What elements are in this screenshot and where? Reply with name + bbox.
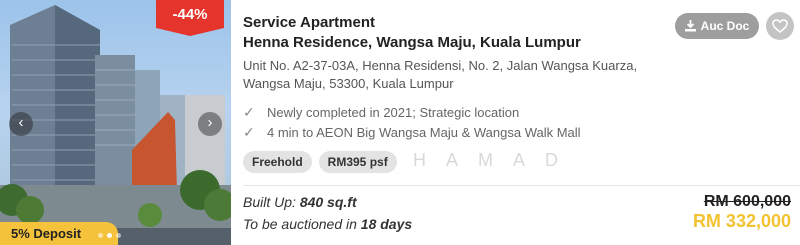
favorite-button[interactable]: [766, 12, 794, 40]
feature-item: ✓ Newly completed in 2021; Strategic loc…: [243, 102, 581, 122]
property-name[interactable]: Henna Residence, Wangsa Maju, Kuala Lump…: [243, 34, 581, 51]
feature-text: Newly completed in 2021; Strategic locat…: [267, 104, 520, 120]
carousel-dots[interactable]: [98, 233, 121, 238]
divider: [243, 185, 800, 186]
feature-item: ✓ 4 min to AEON Big Wangsa Maju & Wangsa…: [243, 122, 581, 142]
download-icon: [684, 20, 696, 32]
tenure-tag: Freehold: [243, 151, 312, 173]
chevron-left-icon[interactable]: ‹: [9, 112, 33, 136]
check-icon: ✓: [243, 123, 255, 140]
property-photo[interactable]: -44% ‹ › 5% Deposit: [0, 0, 231, 245]
carousel-dot-active[interactable]: [107, 233, 112, 238]
agent-watermark: HAMAD: [413, 150, 579, 170]
building-illustration: [0, 5, 231, 245]
built-up: Built Up: 840 sq.ft: [243, 194, 357, 210]
carousel-dot[interactable]: [116, 233, 121, 238]
auction-label: To be auctioned in: [243, 216, 361, 232]
carousel-dot[interactable]: [98, 233, 103, 238]
discount-value: -44%: [172, 6, 208, 23]
original-price: RM 600,000: [703, 193, 791, 210]
auc-doc-label: Auc Doc: [700, 19, 750, 33]
chevron-right-icon[interactable]: ›: [198, 112, 222, 136]
discount-badge: -44%: [156, 0, 224, 36]
auc-doc-button[interactable]: Auc Doc: [675, 13, 759, 39]
property-type[interactable]: Service Apartment: [243, 14, 375, 31]
built-up-label: Built Up:: [243, 194, 300, 210]
heart-icon: [772, 19, 788, 33]
auction-days: 18 days: [360, 216, 413, 232]
psf-tag: RM395 psf: [318, 151, 397, 173]
auction-countdown: To be auctioned in 18 days: [243, 216, 412, 232]
auction-price: RM 332,000: [692, 211, 791, 231]
property-address: Unit No. A2-37-03A, Henna Residensi, No.…: [243, 58, 638, 91]
listing-info: Service Apartment Henna Residence, Wangs…: [243, 0, 800, 245]
listing-card[interactable]: -44% ‹ › 5% Deposit Service Apartment He…: [0, 0, 800, 245]
built-up-value: 840 sq.ft: [299, 194, 357, 210]
tag-list: Freehold RM395 psf: [243, 151, 397, 173]
check-icon: ✓: [243, 103, 255, 120]
feature-list: ✓ Newly completed in 2021; Strategic loc…: [243, 102, 581, 142]
feature-text: 4 min to AEON Big Wangsa Maju & Wangsa W…: [267, 124, 581, 140]
